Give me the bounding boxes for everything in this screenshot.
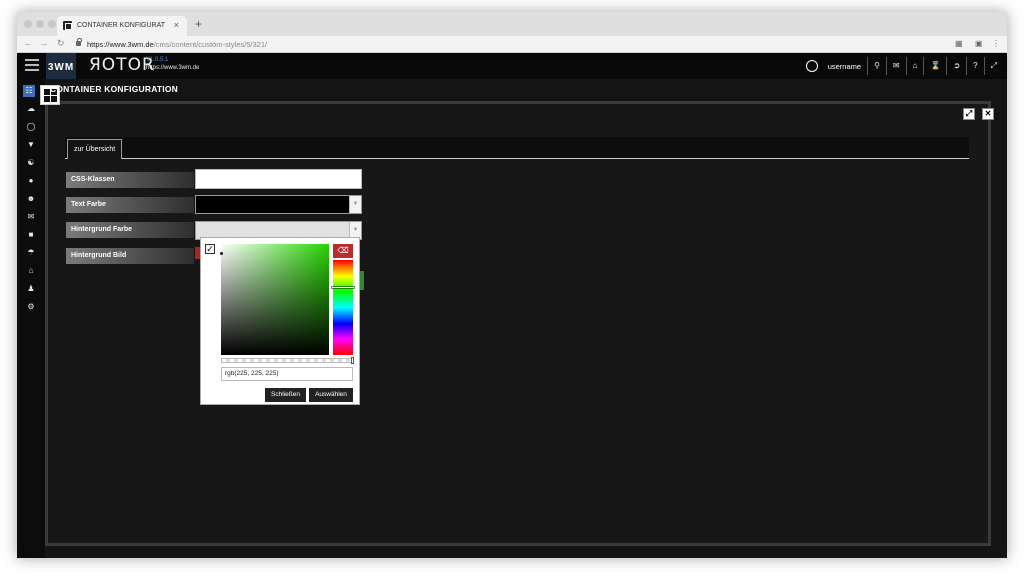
site-url-label: https://www.3wm.de (146, 65, 200, 71)
profile-icon[interactable]: ▣ (975, 39, 983, 48)
bg-image-upload-button[interactable] (360, 271, 364, 290)
panel-tabs: zur Übersicht (65, 137, 969, 159)
home-nav-icon[interactable]: ⌂ (24, 265, 38, 277)
alpha-slider[interactable] (221, 357, 354, 364)
spinner-icon[interactable]: ⌛ (923, 57, 946, 75)
globe-icon[interactable]: ◯ (24, 121, 38, 133)
url-host: https://www.3wm.de (87, 40, 154, 49)
envelope-icon[interactable]: ✉ (24, 211, 38, 223)
browser-window: CONTAINER KONFIGURATION × + ← → ↻ https:… (17, 12, 1007, 558)
user-icon[interactable]: ♟ (24, 283, 38, 295)
close-button[interactable]: Schließen (265, 388, 306, 402)
css-classes-label: CSS-Klassen (66, 172, 194, 188)
username-label[interactable]: username (828, 62, 861, 71)
comments-icon[interactable]: ✉ (885, 57, 906, 75)
users-icon[interactable]: ☻ (24, 193, 38, 205)
user-circle-icon[interactable] (805, 60, 818, 72)
hue-slider[interactable] (332, 260, 354, 355)
back-icon[interactable]: ← (24, 38, 33, 48)
search-icon[interactable]: ⚲ (867, 57, 886, 75)
tab-close-icon[interactable]: × (174, 20, 179, 30)
menu-dots-icon[interactable]: ⋮ (992, 39, 1000, 48)
config-panel (45, 101, 991, 546)
chevron-down-icon[interactable]: ▼ (349, 196, 361, 213)
company-logo[interactable]: 3WM (46, 53, 76, 79)
text-color-select[interactable]: ▼ (195, 195, 362, 214)
maximize-panel-icon[interactable]: ⤢ (963, 108, 975, 120)
saturation-value-area[interactable] (220, 244, 329, 355)
help-icon[interactable]: ? (966, 57, 983, 75)
lock-icon (76, 38, 82, 46)
hue-slider-handle[interactable] (332, 287, 354, 288)
new-tab-button[interactable]: + (195, 17, 202, 31)
cloud-icon[interactable]: ☁ (24, 103, 38, 115)
text-color-label: Text Farbe (66, 197, 194, 213)
favicon-icon (63, 21, 72, 30)
reload-icon[interactable]: ↻ (57, 38, 65, 49)
window-minimize-control[interactable] (36, 20, 44, 28)
trophy-icon[interactable]: ▼ (24, 139, 38, 151)
browser-tab[interactable]: CONTAINER KONFIGURATION × (57, 16, 187, 36)
browser-tabstrip: CONTAINER KONFIGURATION × + (17, 12, 1007, 36)
cogs-icon[interactable]: ⚙ (24, 301, 38, 313)
color-value-input[interactable]: rgb(225, 225, 225) (221, 367, 353, 381)
close-panel-icon[interactable]: ✕ (982, 108, 994, 120)
home-icon[interactable]: ⌂ (905, 57, 924, 75)
panel-title: CONTAINER KONFIGURATION (50, 84, 178, 94)
archive-icon[interactable]: ■ (24, 229, 38, 241)
expand-icon[interactable]: ⤢ (983, 57, 1003, 75)
restaurant-icon[interactable]: ☯ (24, 157, 38, 169)
sidebar: ☷ ☁ ◯ ▼ ☯ ● ☻ ✉ ■ ☂ ⌂ ♟ ⚙ (17, 79, 45, 558)
color-cursor[interactable] (220, 252, 223, 255)
address-bar: ← → ↻ https://www.3wm.de/cms/content/cus… (17, 36, 1007, 53)
color-enable-checkbox[interactable]: ✓ (205, 244, 215, 254)
bg-color-label: Hintergrund Farbe (66, 222, 194, 238)
url-field[interactable]: https://www.3wm.de/cms/content/custom-st… (87, 40, 267, 49)
cart-icon[interactable]: ☂ (24, 247, 38, 259)
color-picker-popup: ✓ ⌫ rgb(225, 225, 225) Schließen Auswähl… (200, 237, 360, 405)
translate-icon[interactable]: ▦ (955, 39, 963, 48)
alpha-slider-handle[interactable] (351, 357, 354, 364)
version-label: V1.0.5.1 (146, 57, 169, 63)
choose-button[interactable]: Auswählen (309, 388, 353, 402)
url-path: /cms/content/custom-styles/5/321/ (153, 40, 268, 49)
map-marker-icon[interactable]: ● (24, 175, 38, 187)
window-close-control[interactable] (24, 20, 32, 28)
hamburger-menu-icon[interactable] (25, 59, 39, 71)
app-header: 3WM ЯOTOR V1.0.5.1 https://www.3wm.de us… (17, 53, 1007, 79)
tab-zur-uebersicht[interactable]: zur Übersicht (67, 139, 123, 159)
trash-icon[interactable]: ⌫ (333, 244, 353, 258)
rotor-brand: ЯOTOR (89, 55, 155, 75)
logout-icon[interactable]: ➲ (946, 57, 966, 75)
forward-icon[interactable]: → (39, 38, 48, 48)
css-classes-input[interactable] (195, 169, 362, 189)
window-zoom-control[interactable] (48, 20, 56, 28)
browser-tab-title: CONTAINER KONFIGURATION (77, 22, 165, 29)
bg-image-label: Hintergrund Bild (66, 248, 194, 264)
header-toolbar: username ⚲ ✉ ⌂ ⌛ ➲ ? ⤢ (805, 57, 1003, 75)
sitemap-icon[interactable]: ☷ (23, 85, 35, 97)
cms-app: 3WM ЯOTOR V1.0.5.1 https://www.3wm.de us… (17, 53, 1007, 558)
